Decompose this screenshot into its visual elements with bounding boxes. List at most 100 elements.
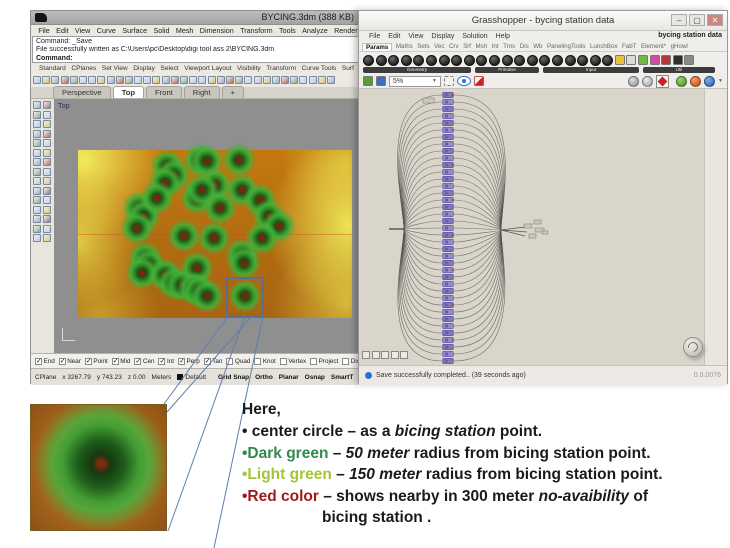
side-tool-icon[interactable] (43, 196, 51, 204)
component-icon[interactable] (388, 55, 399, 66)
toolbar-icon[interactable] (162, 76, 170, 84)
heatmap-surface[interactable] (78, 150, 352, 318)
gh-tab-ghowl[interactable]: gHowl (670, 43, 689, 50)
canvas-panel-toggle[interactable] (372, 351, 380, 359)
component-icon[interactable] (626, 55, 636, 65)
menu-item-edit[interactable]: Edit (53, 26, 72, 35)
checkbox-knot[interactable] (254, 358, 261, 365)
toolbar-icon[interactable] (189, 76, 197, 84)
selected-preview-icon[interactable] (656, 75, 669, 88)
canvas-panel-toggle[interactable] (381, 351, 389, 359)
toolbar-icon[interactable] (309, 76, 317, 84)
side-tool-icon[interactable] (33, 139, 41, 147)
viewport-tab-top[interactable]: Top (113, 86, 144, 98)
toolbar-tab-cplanes[interactable]: CPlanes (71, 65, 96, 72)
checkbox-project[interactable] (310, 358, 317, 365)
component-icon[interactable] (489, 55, 500, 66)
side-tool-icon[interactable] (33, 206, 41, 214)
shaded-preview-icon[interactable] (642, 76, 653, 87)
osnap-project[interactable]: Project (310, 358, 338, 365)
component-icon[interactable] (615, 55, 625, 65)
checkbox-mid[interactable]: ✓ (112, 358, 119, 365)
toolbar-tab-curve-tools[interactable]: Curve Tools (302, 65, 337, 72)
toggle-planar[interactable]: Planar (279, 374, 299, 381)
gh-menu-view[interactable]: View (404, 33, 427, 40)
toolbar-icon[interactable] (318, 76, 326, 84)
osnap-tan[interactable]: ✓Tan (204, 358, 223, 365)
rhino-titlebar[interactable]: BYCING.3dm (388 KB) (31, 11, 362, 25)
checkbox-tan[interactable]: ✓ (204, 358, 211, 365)
side-tool-icon[interactable] (43, 158, 51, 166)
side-tool-icon[interactable] (43, 111, 51, 119)
checkbox-quad[interactable] (226, 358, 233, 365)
chevron-down-icon[interactable]: ▼ (718, 78, 723, 84)
gh-menu-help[interactable]: Help (492, 33, 514, 40)
component-icon[interactable] (426, 55, 437, 66)
component-icon[interactable] (661, 55, 671, 65)
group-bar-util[interactable]: Util (643, 67, 715, 73)
menu-item-tools[interactable]: Tools (276, 26, 299, 35)
sketch-pen-icon[interactable] (474, 76, 484, 86)
canvas-panel-toggle[interactable] (362, 351, 370, 359)
toolbar-icon[interactable] (272, 76, 280, 84)
toolbar-tab-visibility[interactable]: Visibility (237, 65, 261, 72)
side-tool-icon[interactable] (33, 111, 41, 119)
side-tool-icon[interactable] (43, 149, 51, 157)
toolbar-tab-set-view[interactable]: Set View (102, 65, 128, 72)
bicing-station-blob[interactable] (185, 173, 219, 207)
toolbar-icon[interactable] (171, 76, 179, 84)
osnap-perp[interactable]: ✓Perp (178, 358, 200, 365)
viewport-name-label[interactable]: Top (58, 101, 70, 110)
top-viewport[interactable]: Top (54, 99, 362, 353)
save-file-icon[interactable] (376, 76, 386, 86)
component-icon[interactable] (464, 55, 475, 66)
bicing-station-blob[interactable] (167, 219, 201, 253)
side-tool-icon[interactable] (33, 187, 41, 195)
gh-tab-srf[interactable]: Srf (462, 43, 472, 50)
side-tool-icon[interactable] (43, 234, 51, 242)
side-tool-icon[interactable] (43, 139, 51, 147)
bicing-station-blob[interactable] (228, 279, 262, 313)
component-icon[interactable] (476, 55, 487, 66)
checkbox-end[interactable]: ✓ (35, 358, 42, 365)
menu-item-file[interactable]: File (35, 26, 53, 35)
toolbar-icon[interactable] (226, 76, 234, 84)
checkbox-int[interactable]: ✓ (158, 358, 165, 365)
osnap-int[interactable]: ✓Int (158, 358, 174, 365)
zoom-window-icon[interactable] (444, 76, 454, 86)
component-icon[interactable] (602, 55, 613, 66)
component-icon[interactable] (673, 55, 683, 65)
toolbar-icon[interactable] (198, 76, 206, 84)
side-tool-icon[interactable] (43, 225, 51, 233)
toolbar-tab-standard[interactable]: Standard (39, 65, 66, 72)
status-cplane[interactable]: CPlane (35, 374, 56, 381)
status-layer[interactable]: Default (177, 374, 206, 381)
side-tool-icon[interactable] (33, 215, 41, 223)
toolbar-tab-surf[interactable]: Surf (342, 65, 354, 72)
maximize-button[interactable]: ▢ (689, 14, 705, 26)
checkbox-near[interactable]: ✓ (59, 358, 66, 365)
side-tool-icon[interactable] (33, 177, 41, 185)
toolbar-icon[interactable] (263, 76, 271, 84)
toolbar-icon[interactable] (33, 76, 41, 84)
side-tool-icon[interactable] (33, 168, 41, 176)
toolbar-icon[interactable] (208, 76, 216, 84)
toggle-grid-snap[interactable]: Grid Snap (218, 374, 249, 381)
component-icon[interactable] (577, 55, 588, 66)
toolbar-icon[interactable] (116, 76, 124, 84)
group-bar-primitive[interactable]: Primitive (475, 67, 539, 73)
gh-tab-maths[interactable]: Maths (395, 43, 414, 50)
toolbar-icon[interactable] (70, 76, 78, 84)
toolbar-icon[interactable] (290, 76, 298, 84)
open-file-icon[interactable] (363, 76, 373, 86)
bicing-station-blob[interactable] (222, 143, 256, 177)
gh-tab-sets[interactable]: Sets (416, 43, 430, 50)
gh-menu-solution[interactable]: Solution (458, 33, 491, 40)
toolbar-icon[interactable] (134, 76, 142, 84)
side-tool-icon[interactable] (43, 215, 51, 223)
osnap-knot[interactable]: Knot (254, 358, 275, 365)
minimize-button[interactable]: – (671, 14, 687, 26)
viewport-tab-right[interactable]: Right (184, 86, 220, 98)
orange-preview-icon[interactable] (690, 76, 701, 87)
gh-tab-trns[interactable]: Trns (502, 43, 516, 50)
